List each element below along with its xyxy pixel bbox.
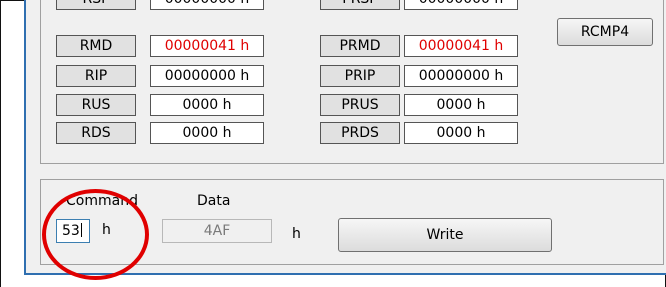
data-hex-suffix: h [292,226,301,242]
register-label-rip: RIP [56,65,136,87]
register-label-rus: RUS [56,94,136,116]
register-label-prds: PRDS [320,122,400,144]
register-label-rds: RDS [56,122,136,144]
data-label: Data [197,193,231,209]
register-label-prip: PRIP [320,65,400,87]
register-value-rmd[interactable]: 00000041 h [150,35,264,57]
register-value-prus[interactable]: 0000 h [404,94,518,116]
data-input[interactable]: 4AF [162,219,272,243]
register-value-rip[interactable]: 00000000 h [150,65,264,87]
write-button[interactable]: Write [338,218,552,252]
register-label-rmd: RMD [56,35,136,57]
register-value-prip[interactable]: 00000000 h [404,65,518,87]
register-value-rsp[interactable]: 00000000 h [150,0,264,10]
rcmp4-button[interactable]: RCMP4 [557,18,653,46]
register-value-prmd[interactable]: 00000041 h [404,35,518,57]
annotation-circle [42,189,149,280]
register-label-prus: PRUS [320,94,400,116]
register-label-prsp: PRSP [320,0,400,10]
register-value-prds[interactable]: 0000 h [404,122,518,144]
register-value-prsp[interactable]: 00000000 h [404,0,518,10]
register-value-rds[interactable]: 0000 h [150,122,264,144]
register-label-rsp: RSP [56,0,136,10]
outer-frame-left [0,0,1,287]
register-value-rus[interactable]: 0000 h [150,94,264,116]
register-label-prmd: PRMD [320,35,400,57]
